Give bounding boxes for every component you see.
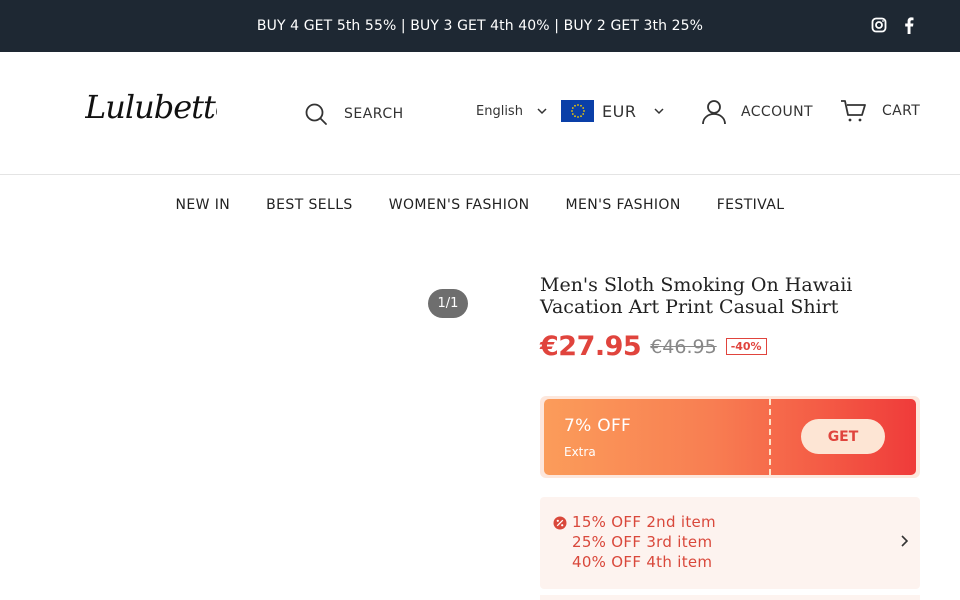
cart-label: CART — [882, 103, 921, 119]
coupon-body: 7% OFF Extra GET — [544, 399, 916, 475]
price-block: €27.95 €46.95 -40% — [540, 331, 767, 362]
get-coupon-button[interactable]: GET — [801, 419, 885, 454]
nav-item-mens-fashion[interactable]: MEN'S FASHION — [566, 197, 681, 213]
cart-link[interactable]: CART — [840, 99, 920, 123]
facebook-icon[interactable] — [900, 16, 918, 34]
language-value: English — [476, 104, 523, 119]
nav-item-festival[interactable]: FESTIVAL — [717, 197, 785, 213]
chevron-right-icon — [901, 535, 908, 547]
nav-item-new-in[interactable]: NEW IN — [176, 197, 231, 213]
search-icon — [305, 103, 327, 125]
account-link[interactable]: ACCOUNT — [701, 99, 813, 125]
nav-item-womens-fashion[interactable]: WOMEN'S FASHION — [389, 197, 530, 213]
coupon-divider — [769, 399, 771, 475]
coupon-card: 7% OFF Extra GET — [540, 396, 920, 478]
coupon-percent: 7% OFF — [564, 416, 632, 436]
search-button[interactable]: SEARCH — [304, 102, 404, 126]
compare-price: €46.95 — [650, 335, 717, 358]
bulk-discount-panel[interactable]: 15% OFF 2nd item 25% OFF 3rd item 40% OF… — [540, 497, 920, 589]
sale-price: €27.95 — [540, 331, 642, 362]
discount-tag-icon — [553, 516, 567, 530]
discount-badge: -40% — [725, 338, 767, 355]
bulk-offer-line: 40% OFF 4th item — [572, 553, 713, 571]
main-navigation: NEW IN BEST SELLS WOMEN'S FASHION MEN'S … — [0, 175, 960, 235]
bulk-offer-line: 25% OFF 3rd item — [572, 533, 713, 551]
chevron-down-icon — [654, 107, 664, 114]
account-label: ACCOUNT — [741, 104, 813, 120]
bulk-offer-line: 15% OFF 2nd item — [572, 513, 716, 531]
site-header: Lulubette SEARCH English EUR ACCOUNT CAR… — [0, 52, 960, 175]
user-icon — [702, 100, 726, 125]
instagram-icon[interactable] — [870, 16, 888, 34]
gallery-pager: 1/1 — [428, 289, 468, 318]
currency-selector[interactable]: EUR — [561, 100, 664, 122]
chevron-down-icon — [537, 108, 547, 115]
announcement-bar: BUY 4 GET 5th 55% | BUY 3 GET 4th 40% | … — [0, 0, 960, 52]
currency-code: EUR — [602, 101, 637, 121]
social-links — [870, 16, 918, 34]
coupon-subtitle: Extra — [564, 445, 596, 459]
language-selector[interactable]: English — [476, 104, 547, 119]
next-panel-edge — [540, 595, 920, 600]
cart-icon — [841, 100, 866, 122]
brand-logo[interactable]: Lulubette — [85, 88, 217, 134]
product-title: Men's Sloth Smoking On Hawaii Vacation A… — [540, 274, 853, 318]
promo-text: BUY 4 GET 5th 55% | BUY 3 GET 4th 40% | … — [256, 18, 704, 34]
nav-item-best-sells[interactable]: BEST SELLS — [266, 197, 353, 213]
eu-flag-icon — [561, 100, 594, 122]
search-label: SEARCH — [344, 106, 404, 122]
